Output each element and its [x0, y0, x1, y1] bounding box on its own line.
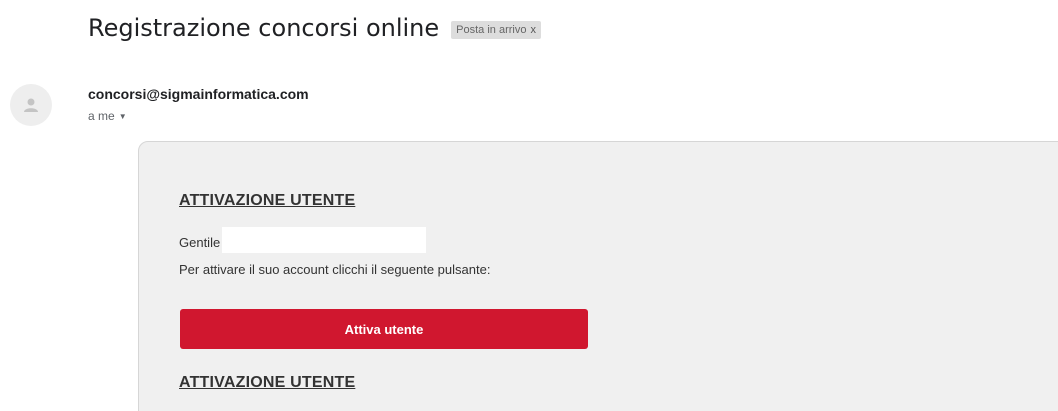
- greeting-text: Gentile: [179, 234, 221, 250]
- greeting-line: Gentile: [179, 227, 427, 253]
- caret-down-icon[interactable]: ▼: [119, 112, 127, 121]
- recipient-text: a me: [88, 109, 115, 123]
- activate-user-button[interactable]: Attiva utente: [180, 309, 588, 349]
- subject-row: Registrazione concorsi online Posta in a…: [88, 10, 541, 46]
- email-body-card: ATTIVAZIONE UTENTE Gentile Per attivare …: [138, 141, 1058, 411]
- sender-email[interactable]: concorsi@sigmainformatica.com: [88, 86, 309, 102]
- close-icon[interactable]: x: [530, 24, 536, 36]
- person-icon: [24, 98, 38, 112]
- activation-heading: ATTIVAZIONE UTENTE: [179, 192, 356, 209]
- label-chip-inbox[interactable]: Posta in arrivo x: [451, 21, 541, 39]
- redacted-name: [222, 227, 427, 253]
- avatar[interactable]: [10, 84, 52, 126]
- email-subject: Registrazione concorsi online: [88, 14, 440, 42]
- email-view: Registrazione concorsi online Posta in a…: [0, 0, 1058, 411]
- instruction-text: Per attivare il suo account clicchi il s…: [179, 262, 491, 277]
- label-chip-text: Posta in arrivo: [456, 24, 527, 36]
- recipient-row: a me ▼: [88, 109, 127, 123]
- activation-heading-footer: ATTIVAZIONE UTENTE: [179, 374, 356, 391]
